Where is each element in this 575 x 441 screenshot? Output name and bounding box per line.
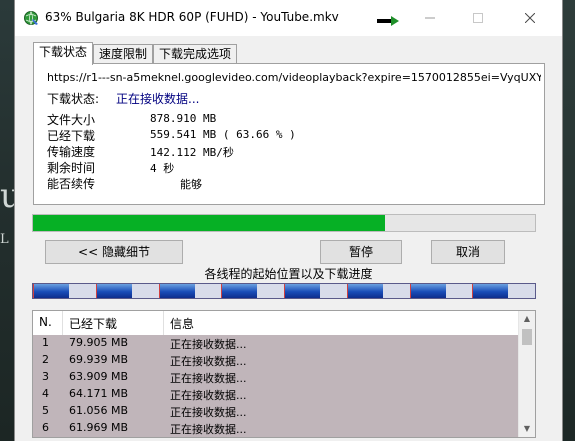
tab-completion-options[interactable]: 下载完成选项 bbox=[153, 44, 237, 64]
pause-button[interactable]: 暂停 bbox=[320, 240, 402, 264]
downloaded-label: 已经下载 bbox=[47, 129, 96, 143]
maximize-button[interactable] bbox=[455, 0, 501, 36]
download-status-panel: https://r1---sn-a5meknel.googlevideo.com… bbox=[33, 63, 545, 205]
row-downloaded: 79.905 MB bbox=[69, 336, 129, 349]
title-bar[interactable]: 63% Bulgaria 8K HDR 60P (FUHD) - YouTube… bbox=[15, 0, 562, 36]
column-header-info[interactable]: 信息 bbox=[170, 315, 194, 332]
minimize-icon bbox=[425, 17, 435, 19]
row-downloaded: 61.969 MB bbox=[69, 421, 129, 434]
thread-segment bbox=[284, 284, 320, 298]
download-progress-bar bbox=[32, 214, 536, 232]
row-number: 6 bbox=[42, 421, 49, 434]
column-divider[interactable] bbox=[62, 311, 63, 335]
list-rows: 1 79.905 MB 正在接收数据... 2 69.939 MB 正在接收数据… bbox=[33, 335, 519, 437]
arrow-right-icon bbox=[377, 16, 399, 26]
row-downloaded: 63.909 MB bbox=[69, 370, 129, 383]
row-info: 正在接收数据... bbox=[170, 406, 247, 419]
list-item[interactable]: 3 63.909 MB 正在接收数据... bbox=[33, 369, 519, 386]
hide-details-button[interactable]: << 隐藏细节 bbox=[45, 240, 183, 264]
thread-list[interactable]: N. 已经下载 信息 1 79.905 MB 正在接收数据... 2 69.93… bbox=[32, 310, 536, 438]
download-progress-window: 63% Bulgaria 8K HDR 60P (FUHD) - YouTube… bbox=[14, 0, 563, 441]
row-info: 正在接收数据... bbox=[170, 372, 247, 385]
scroll-thumb[interactable] bbox=[522, 329, 532, 345]
row-number: 1 bbox=[42, 336, 49, 349]
row-downloaded: 69.939 MB bbox=[69, 353, 129, 366]
thread-segment bbox=[33, 284, 69, 298]
row-downloaded: 64.171 MB bbox=[69, 387, 129, 400]
downloaded-value: 559.541 MB ( 63.66 % ) bbox=[150, 128, 296, 141]
list-item[interactable]: 4 64.171 MB 正在接收数据... bbox=[33, 386, 519, 403]
row-info: 正在接收数据... bbox=[170, 338, 247, 351]
thread-segment bbox=[347, 284, 383, 298]
transfer-rate-value: 142.112 MB/秒 bbox=[150, 146, 234, 159]
desktop-background-right bbox=[561, 0, 575, 441]
list-item[interactable]: 2 69.939 MB 正在接收数据... bbox=[33, 352, 519, 369]
status-label: 下载状态: bbox=[47, 92, 100, 106]
list-item[interactable]: 5 61.056 MB 正在接收数据... bbox=[33, 403, 519, 420]
thread-start-marker bbox=[284, 284, 285, 298]
row-info: 正在接收数据... bbox=[170, 355, 247, 368]
segments-title: 各线程的起始位置以及下载进度 bbox=[204, 267, 373, 281]
thread-start-marker bbox=[472, 284, 473, 298]
thread-segment bbox=[159, 284, 195, 298]
thread-start-marker bbox=[221, 284, 222, 298]
progress-fill bbox=[33, 215, 385, 231]
row-number: 3 bbox=[42, 370, 49, 383]
resume-capability-value: 能够 bbox=[180, 178, 202, 191]
tab-download-status[interactable]: 下载状态 bbox=[33, 42, 93, 65]
column-divider[interactable] bbox=[163, 311, 164, 335]
close-icon bbox=[525, 13, 535, 23]
list-item[interactable]: 1 79.905 MB 正在接收数据... bbox=[33, 335, 519, 352]
status-value: 正在接收数据... bbox=[116, 92, 200, 106]
list-item[interactable]: 6 61.969 MB 正在接收数据... bbox=[33, 420, 519, 437]
scroll-down-arrow-icon[interactable]: ▼ bbox=[519, 421, 535, 437]
row-number: 2 bbox=[42, 353, 49, 366]
background-text-small: L bbox=[0, 232, 9, 247]
time-left-label: 剩余时间 bbox=[47, 161, 96, 175]
window-title: 63% Bulgaria 8K HDR 60P (FUHD) - YouTube… bbox=[45, 10, 339, 24]
list-header: N. 已经下载 信息 bbox=[33, 311, 519, 335]
row-number: 5 bbox=[42, 404, 49, 417]
row-downloaded: 61.056 MB bbox=[69, 404, 129, 417]
thread-start-marker bbox=[33, 284, 34, 298]
thread-segment bbox=[221, 284, 257, 298]
cancel-button[interactable]: 取消 bbox=[431, 240, 505, 264]
transfer-rate-label: 传输速度 bbox=[47, 145, 96, 159]
file-size-value: 878.910 MB bbox=[150, 112, 217, 125]
app-globe-icon bbox=[24, 11, 38, 25]
close-button[interactable] bbox=[507, 0, 553, 36]
vertical-scrollbar[interactable]: ▲ ▼ bbox=[518, 311, 535, 437]
thread-segment bbox=[96, 284, 132, 298]
thread-segment bbox=[410, 284, 446, 298]
thread-segments-bar bbox=[32, 283, 536, 299]
tab-speed-limit[interactable]: 速度限制 bbox=[93, 44, 153, 64]
thread-start-marker bbox=[410, 284, 411, 298]
resume-capability-label: 能否续传 bbox=[47, 177, 96, 191]
download-url: https://r1---sn-a5meknel.googlevideo.com… bbox=[47, 71, 541, 84]
thread-segment bbox=[472, 284, 508, 298]
row-info: 正在接收数据... bbox=[170, 389, 247, 402]
maximize-icon bbox=[473, 13, 483, 23]
thread-start-marker bbox=[347, 284, 348, 298]
scroll-up-arrow-icon[interactable]: ▲ bbox=[519, 311, 535, 327]
row-info: 正在接收数据... bbox=[170, 423, 247, 436]
column-header-number[interactable]: N. bbox=[39, 315, 52, 329]
minimize-button[interactable] bbox=[407, 0, 453, 36]
time-left-value: 4 秒 bbox=[150, 162, 175, 175]
column-header-downloaded[interactable]: 已经下载 bbox=[69, 315, 117, 332]
thread-start-marker bbox=[96, 284, 97, 298]
row-number: 4 bbox=[42, 387, 49, 400]
desktop-background-left: u L bbox=[0, 0, 22, 441]
thread-start-marker bbox=[159, 284, 160, 298]
file-size-label: 文件大小 bbox=[47, 113, 96, 127]
